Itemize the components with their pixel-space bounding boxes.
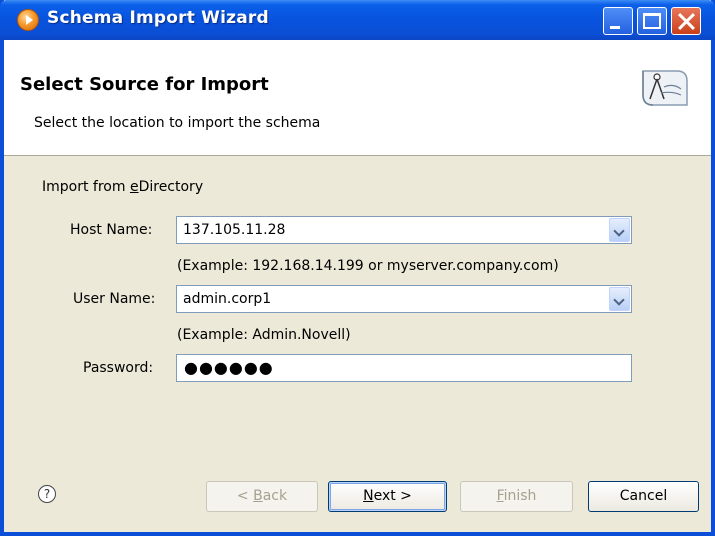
import-source-label: Import from eDirectory [42, 179, 204, 195]
maximize-button[interactable] [637, 7, 667, 35]
page-description: Select the location to import the schema [34, 115, 321, 131]
app-icon [17, 9, 39, 31]
host-name-combobox[interactable]: 137.105.11.28 [176, 216, 632, 244]
password-masked-value: ●●●●●● [184, 358, 274, 377]
finish-button[interactable]: Finish [460, 481, 573, 512]
host-name-example: (Example: 192.168.14.199 or myserver.com… [177, 258, 559, 274]
page-title: Select Source for Import [20, 74, 269, 95]
host-name-dropdown-arrow-icon[interactable] [609, 218, 630, 242]
user-name-example: (Example: Admin.Novell) [177, 327, 351, 343]
window-title: Schema Import Wizard [47, 8, 269, 28]
next-button[interactable]: Next > [328, 481, 447, 512]
user-name-combobox[interactable]: admin.corp1 [176, 285, 632, 313]
host-name-label: Host Name: [70, 222, 153, 238]
back-button[interactable]: < Back [206, 481, 318, 512]
password-field[interactable]: ●●●●●● [176, 354, 632, 382]
wizard-window: Schema Import Wizard Select Source for I… [0, 0, 715, 536]
close-button[interactable] [671, 7, 701, 35]
title-bar[interactable]: Schema Import Wizard [0, 0, 715, 40]
wizard-header: Select Source for Import Select the loca… [4, 40, 711, 156]
minimize-button[interactable] [603, 7, 633, 35]
user-name-dropdown-arrow-icon[interactable] [609, 287, 630, 311]
user-name-label: User Name: [73, 291, 156, 307]
cancel-button[interactable]: Cancel [588, 481, 699, 512]
host-name-value: 137.105.11.28 [183, 222, 286, 238]
user-name-value: admin.corp1 [183, 291, 272, 307]
schema-wizard-icon [642, 70, 688, 106]
password-label: Password: [83, 360, 154, 376]
help-icon[interactable]: ? [38, 485, 56, 503]
